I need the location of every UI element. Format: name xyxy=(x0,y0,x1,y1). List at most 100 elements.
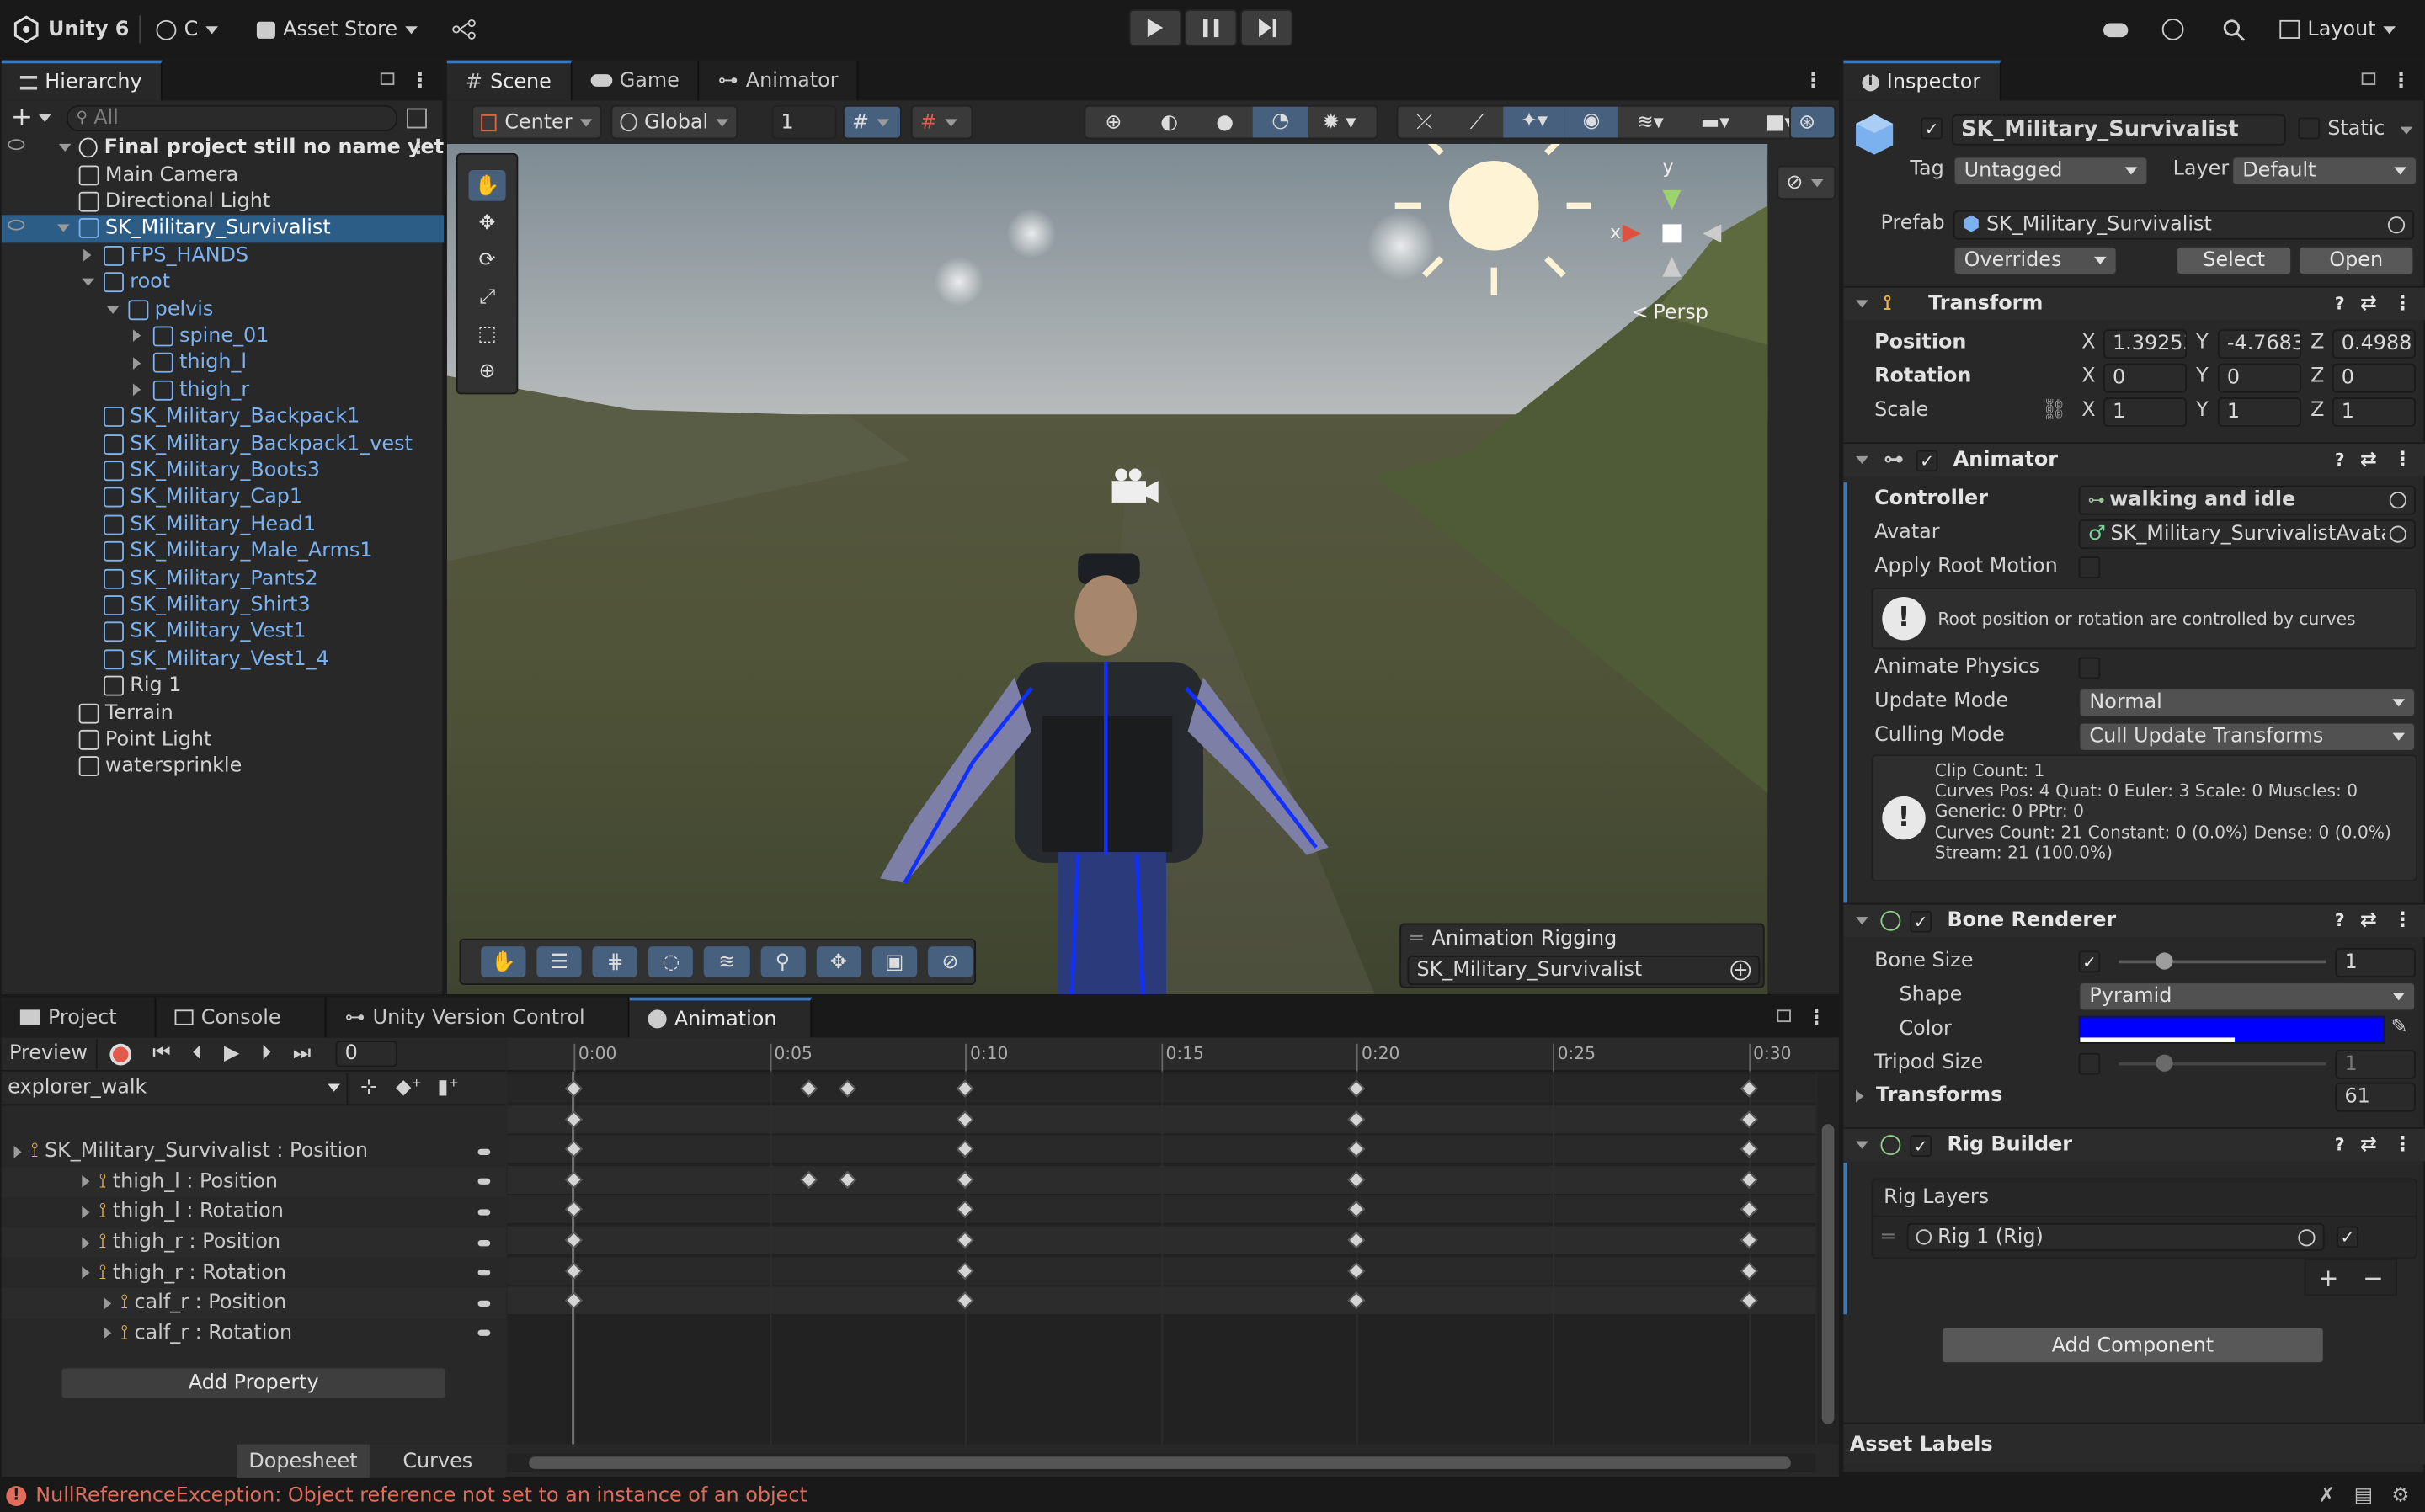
tag-dropdown[interactable]: Untagged xyxy=(1953,156,2149,186)
apply-root-motion-checkbox[interactable] xyxy=(2078,556,2101,578)
bone-size-checkbox[interactable]: ✓ xyxy=(2078,950,2101,973)
tab-console[interactable]: Console xyxy=(156,997,327,1038)
hand-tool-icon[interactable]: ✋ xyxy=(468,170,506,201)
scene-row[interactable]: Final project still no name yet ⋮ xyxy=(2,135,444,162)
more-options-icon[interactable]: ⋮ xyxy=(410,70,430,101)
add-icon[interactable]: + xyxy=(11,102,33,133)
pivot-dropdown[interactable]: Center xyxy=(472,104,602,140)
vertical-scrollbar[interactable] xyxy=(1817,1071,1839,1445)
more-options-icon[interactable]: ⋮ xyxy=(408,136,429,160)
hierarchy-item[interactable]: SK_Military_Boots3 xyxy=(2,457,444,484)
foldout-arrow-icon[interactable] xyxy=(82,1175,90,1189)
target-icon[interactable] xyxy=(2389,492,2406,509)
hierarchy-item[interactable]: Main Camera xyxy=(2,162,444,189)
chevron-down-icon[interactable] xyxy=(2400,126,2413,135)
vertical-scroll-thumb[interactable] xyxy=(1821,1124,1835,1424)
static-checkbox[interactable] xyxy=(2298,117,2321,140)
help-icon[interactable]: ? xyxy=(2335,450,2345,470)
hierarchy-item[interactable]: Directional Light xyxy=(2,189,444,216)
rig-builder-header[interactable]: ✓ Rig Builder ? ⇄ ⋮ xyxy=(1843,1126,2425,1162)
presets-icon[interactable]: ⇄ xyxy=(2360,449,2377,472)
version-control-button[interactable] xyxy=(451,14,476,45)
tripod-checkbox[interactable] xyxy=(2078,1052,2101,1075)
gizmo-toggle-icon[interactable]: ⊕ xyxy=(1085,110,1141,134)
add-event-icon[interactable]: ▮⁺ xyxy=(437,1076,459,1099)
record-icon[interactable] xyxy=(109,1042,131,1065)
presets-icon[interactable]: ⇄ xyxy=(2360,292,2377,316)
layer-dropdown[interactable]: Default xyxy=(2231,156,2417,186)
scale-y-input[interactable]: 1 xyxy=(2217,397,2302,427)
foldout-arrow-icon[interactable] xyxy=(82,1206,90,1219)
axis-z-label[interactable]: Z xyxy=(2310,365,2324,388)
property-row[interactable]: ⟟ thigh_r : Rotation xyxy=(2,1258,506,1288)
hierarchy-item[interactable]: Rig 1 xyxy=(2,673,444,700)
hierarchy-item[interactable]: root xyxy=(2,269,444,296)
grid-size-input[interactable]: 1 xyxy=(771,104,837,140)
settings-icon[interactable]: ⚙ xyxy=(2391,1483,2409,1507)
animator-header[interactable]: ⊶ ✓ Animator ? ⇄ ⋮ xyxy=(1843,442,2425,476)
first-key-icon[interactable]: ⏮ xyxy=(152,1042,170,1066)
property-row[interactable]: ⟟ SK_Military_Survivalist : Position xyxy=(2,1137,506,1167)
axis-x-label[interactable]: X xyxy=(2081,365,2095,388)
hierarchy-item[interactable]: Point Light xyxy=(2,727,444,753)
account-dropdown[interactable]: C xyxy=(156,14,219,45)
tab-inspector[interactable]: i Inspector xyxy=(1843,60,2001,101)
error-message[interactable]: NullReferenceException: Object reference… xyxy=(35,1483,807,1507)
zoom-icon[interactable]: ⚲ xyxy=(759,946,806,977)
target-icon[interactable] xyxy=(2389,525,2406,543)
hierarchy-item[interactable]: thigh_r xyxy=(2,376,444,403)
foldout-arrow-icon[interactable] xyxy=(82,1266,90,1280)
filter-icon[interactable]: ⊹ xyxy=(360,1076,377,1099)
property-row[interactable]: ⟟ thigh_l : Rotation xyxy=(2,1197,506,1227)
select-button[interactable]: Select xyxy=(2176,246,2293,275)
animator-enabled-checkbox[interactable]: ✓ xyxy=(1916,449,1938,471)
wireframe-icon[interactable]: ◐ xyxy=(1142,110,1197,134)
rotation-x-input[interactable]: 0 xyxy=(2103,363,2188,393)
lock-icon[interactable] xyxy=(1777,1009,1791,1023)
dopesheet-area[interactable] xyxy=(507,1071,1816,1445)
foldout-arrow-icon[interactable] xyxy=(106,305,120,314)
foldout-arrow-icon[interactable] xyxy=(13,1145,22,1158)
target-icon[interactable] xyxy=(2387,216,2406,234)
rig-layer-field[interactable]: Rig 1 (Rig) xyxy=(1906,1222,2325,1251)
transforms-label[interactable]: Transforms xyxy=(1876,1084,2002,1108)
foldout-arrow-icon[interactable] xyxy=(132,384,141,397)
scale-x-input[interactable]: 1 xyxy=(2103,397,2188,427)
help-icon[interactable]: ? xyxy=(2335,294,2345,314)
chevron-down-icon[interactable] xyxy=(39,113,52,122)
hierarchy-item[interactable]: spine_01 xyxy=(2,323,444,350)
cache-icon[interactable]: ▤ xyxy=(2354,1483,2374,1507)
debug-icon[interactable]: ✹ ▾ xyxy=(1308,110,1370,134)
controller-field[interactable]: ⊶ walking and idle xyxy=(2078,485,2416,515)
bone-size-input[interactable]: 1 xyxy=(2335,947,2416,977)
curves-tab[interactable]: Curves xyxy=(369,1444,506,1478)
foldout-arrow-icon[interactable] xyxy=(82,278,95,287)
remove-icon[interactable]: − xyxy=(2363,1263,2384,1292)
layout-dropdown[interactable]: Layout xyxy=(2279,14,2396,45)
increment-snap-button[interactable]: # xyxy=(910,104,973,140)
effects-toggle-icon[interactable]: ✦▾ xyxy=(1503,106,1565,138)
drag-handle-icon[interactable]: ═ xyxy=(1882,1226,1894,1249)
history-button[interactable] xyxy=(2161,14,2184,45)
transforms-count-input[interactable]: 61 xyxy=(2335,1082,2416,1112)
property-row[interactable]: ⟟ thigh_l : Position xyxy=(1,1166,506,1197)
culling-mode-dropdown[interactable]: Cull Update Transforms xyxy=(2078,721,2416,752)
move-icon[interactable]: ✥ xyxy=(816,946,861,977)
grid-snap-button[interactable]: # xyxy=(843,104,902,140)
cloud-button[interactable] xyxy=(2103,14,2129,45)
animate-physics-checkbox[interactable] xyxy=(2078,657,2101,679)
scene-viewport[interactable]: y x <Persp ✋ ✥ ⟳ ⤢ ⬚ ⊕ ✋ ☰ ⋕ ◌ ≋ ⚲ ✥ ▣ xyxy=(446,143,1768,995)
hierarchy-item[interactable]: SK_Military_Backpack1_vest xyxy=(2,430,444,457)
hierarchy-item[interactable]: SK_Military_Pants2 xyxy=(2,565,444,592)
bone-renderer-enabled-checkbox[interactable]: ✓ xyxy=(1910,909,1932,932)
2d-toggle-icon[interactable]: ⤫ xyxy=(1398,110,1450,134)
transform-tool-icon[interactable]: ⊕ xyxy=(469,355,506,386)
hierarchy-item[interactable]: thigh_l xyxy=(2,349,444,376)
help-icon[interactable]: ? xyxy=(2335,1135,2345,1155)
hand-icon[interactable]: ✋ xyxy=(481,946,526,977)
hierarchy-item[interactable]: SK_Military_Survivalist xyxy=(1,215,445,242)
axis-y-label[interactable]: Y xyxy=(2196,365,2209,388)
key-toggle-icon[interactable] xyxy=(477,1330,491,1337)
axis-y-label[interactable]: Y xyxy=(2196,399,2209,423)
tab-version-control[interactable]: ⊶ Unity Version Control xyxy=(326,997,630,1038)
